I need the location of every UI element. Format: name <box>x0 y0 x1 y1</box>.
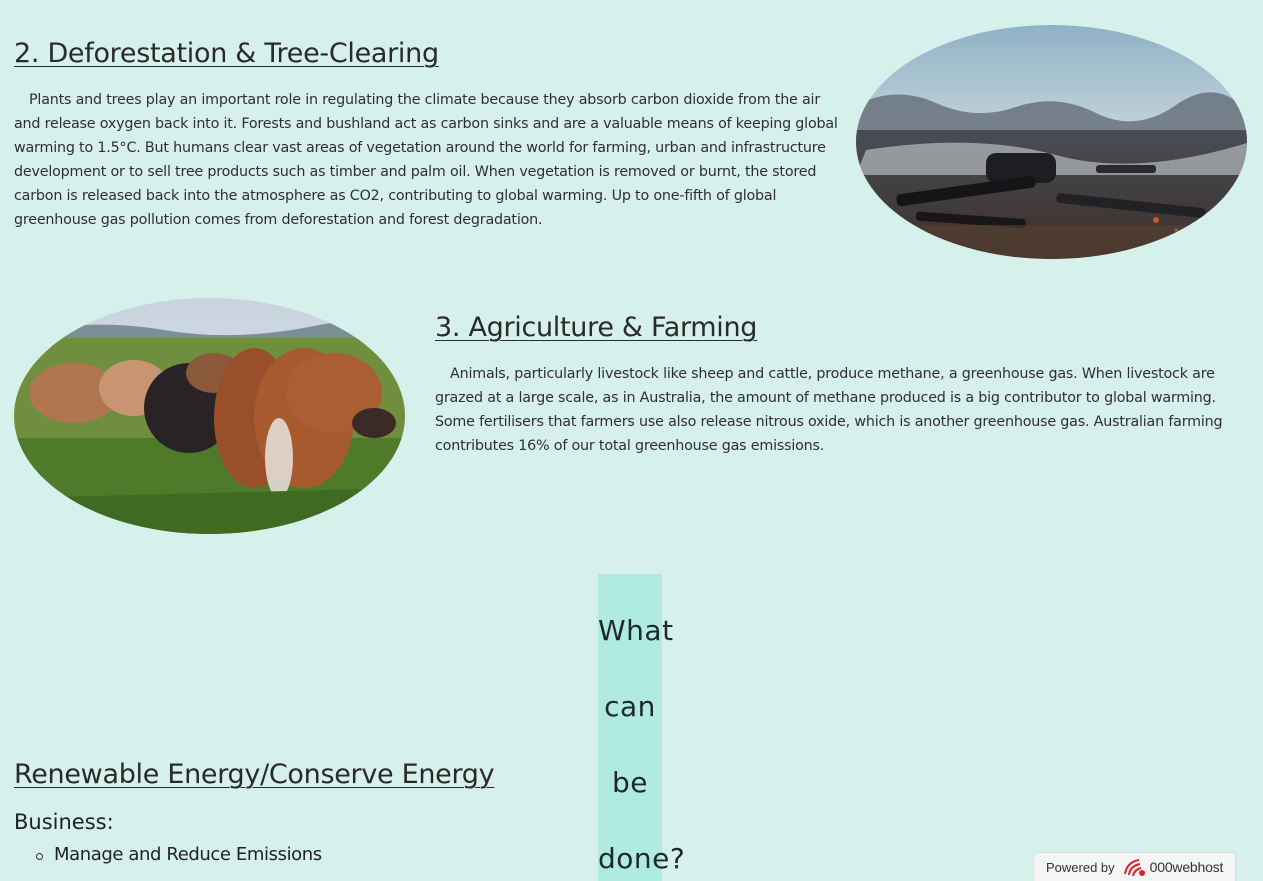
cattle-photo <box>14 298 405 534</box>
deforestation-heading: 2. Deforestation & Tree-Clearing <box>14 38 439 69</box>
page: 2. Deforestation & Tree-Clearing Plants … <box>0 0 1263 881</box>
agriculture-heading: 3. Agriculture & Farming <box>435 312 758 343</box>
agriculture-paragraph: Animals, particularly livestock like she… <box>435 366 1223 454</box>
webhost-brand: 000webhost <box>1149 859 1224 875</box>
deforestation-paragraph: Plants and trees play an important role … <box>14 92 838 228</box>
renewable-energy-heading: Renewable Energy/Conserve Energy <box>14 759 495 790</box>
heading-word: can <box>604 690 656 723</box>
business-label: Business: <box>14 810 114 834</box>
powered-by-label: Powered by <box>1046 859 1115 875</box>
business-list: Manage and Reduce Emissions <box>34 844 322 865</box>
heading-word: What <box>598 614 674 647</box>
heading-word: be <box>612 766 648 799</box>
what-can-be-done-heading: What can be done? <box>598 574 686 881</box>
webhost-logo-icon <box>1123 859 1145 877</box>
burnt-forest-photo <box>856 25 1247 259</box>
list-item: Manage and Reduce Emissions <box>34 844 322 865</box>
powered-by-badge[interactable]: Powered by 000webhost <box>1033 852 1236 881</box>
heading-word: done? <box>598 842 686 875</box>
